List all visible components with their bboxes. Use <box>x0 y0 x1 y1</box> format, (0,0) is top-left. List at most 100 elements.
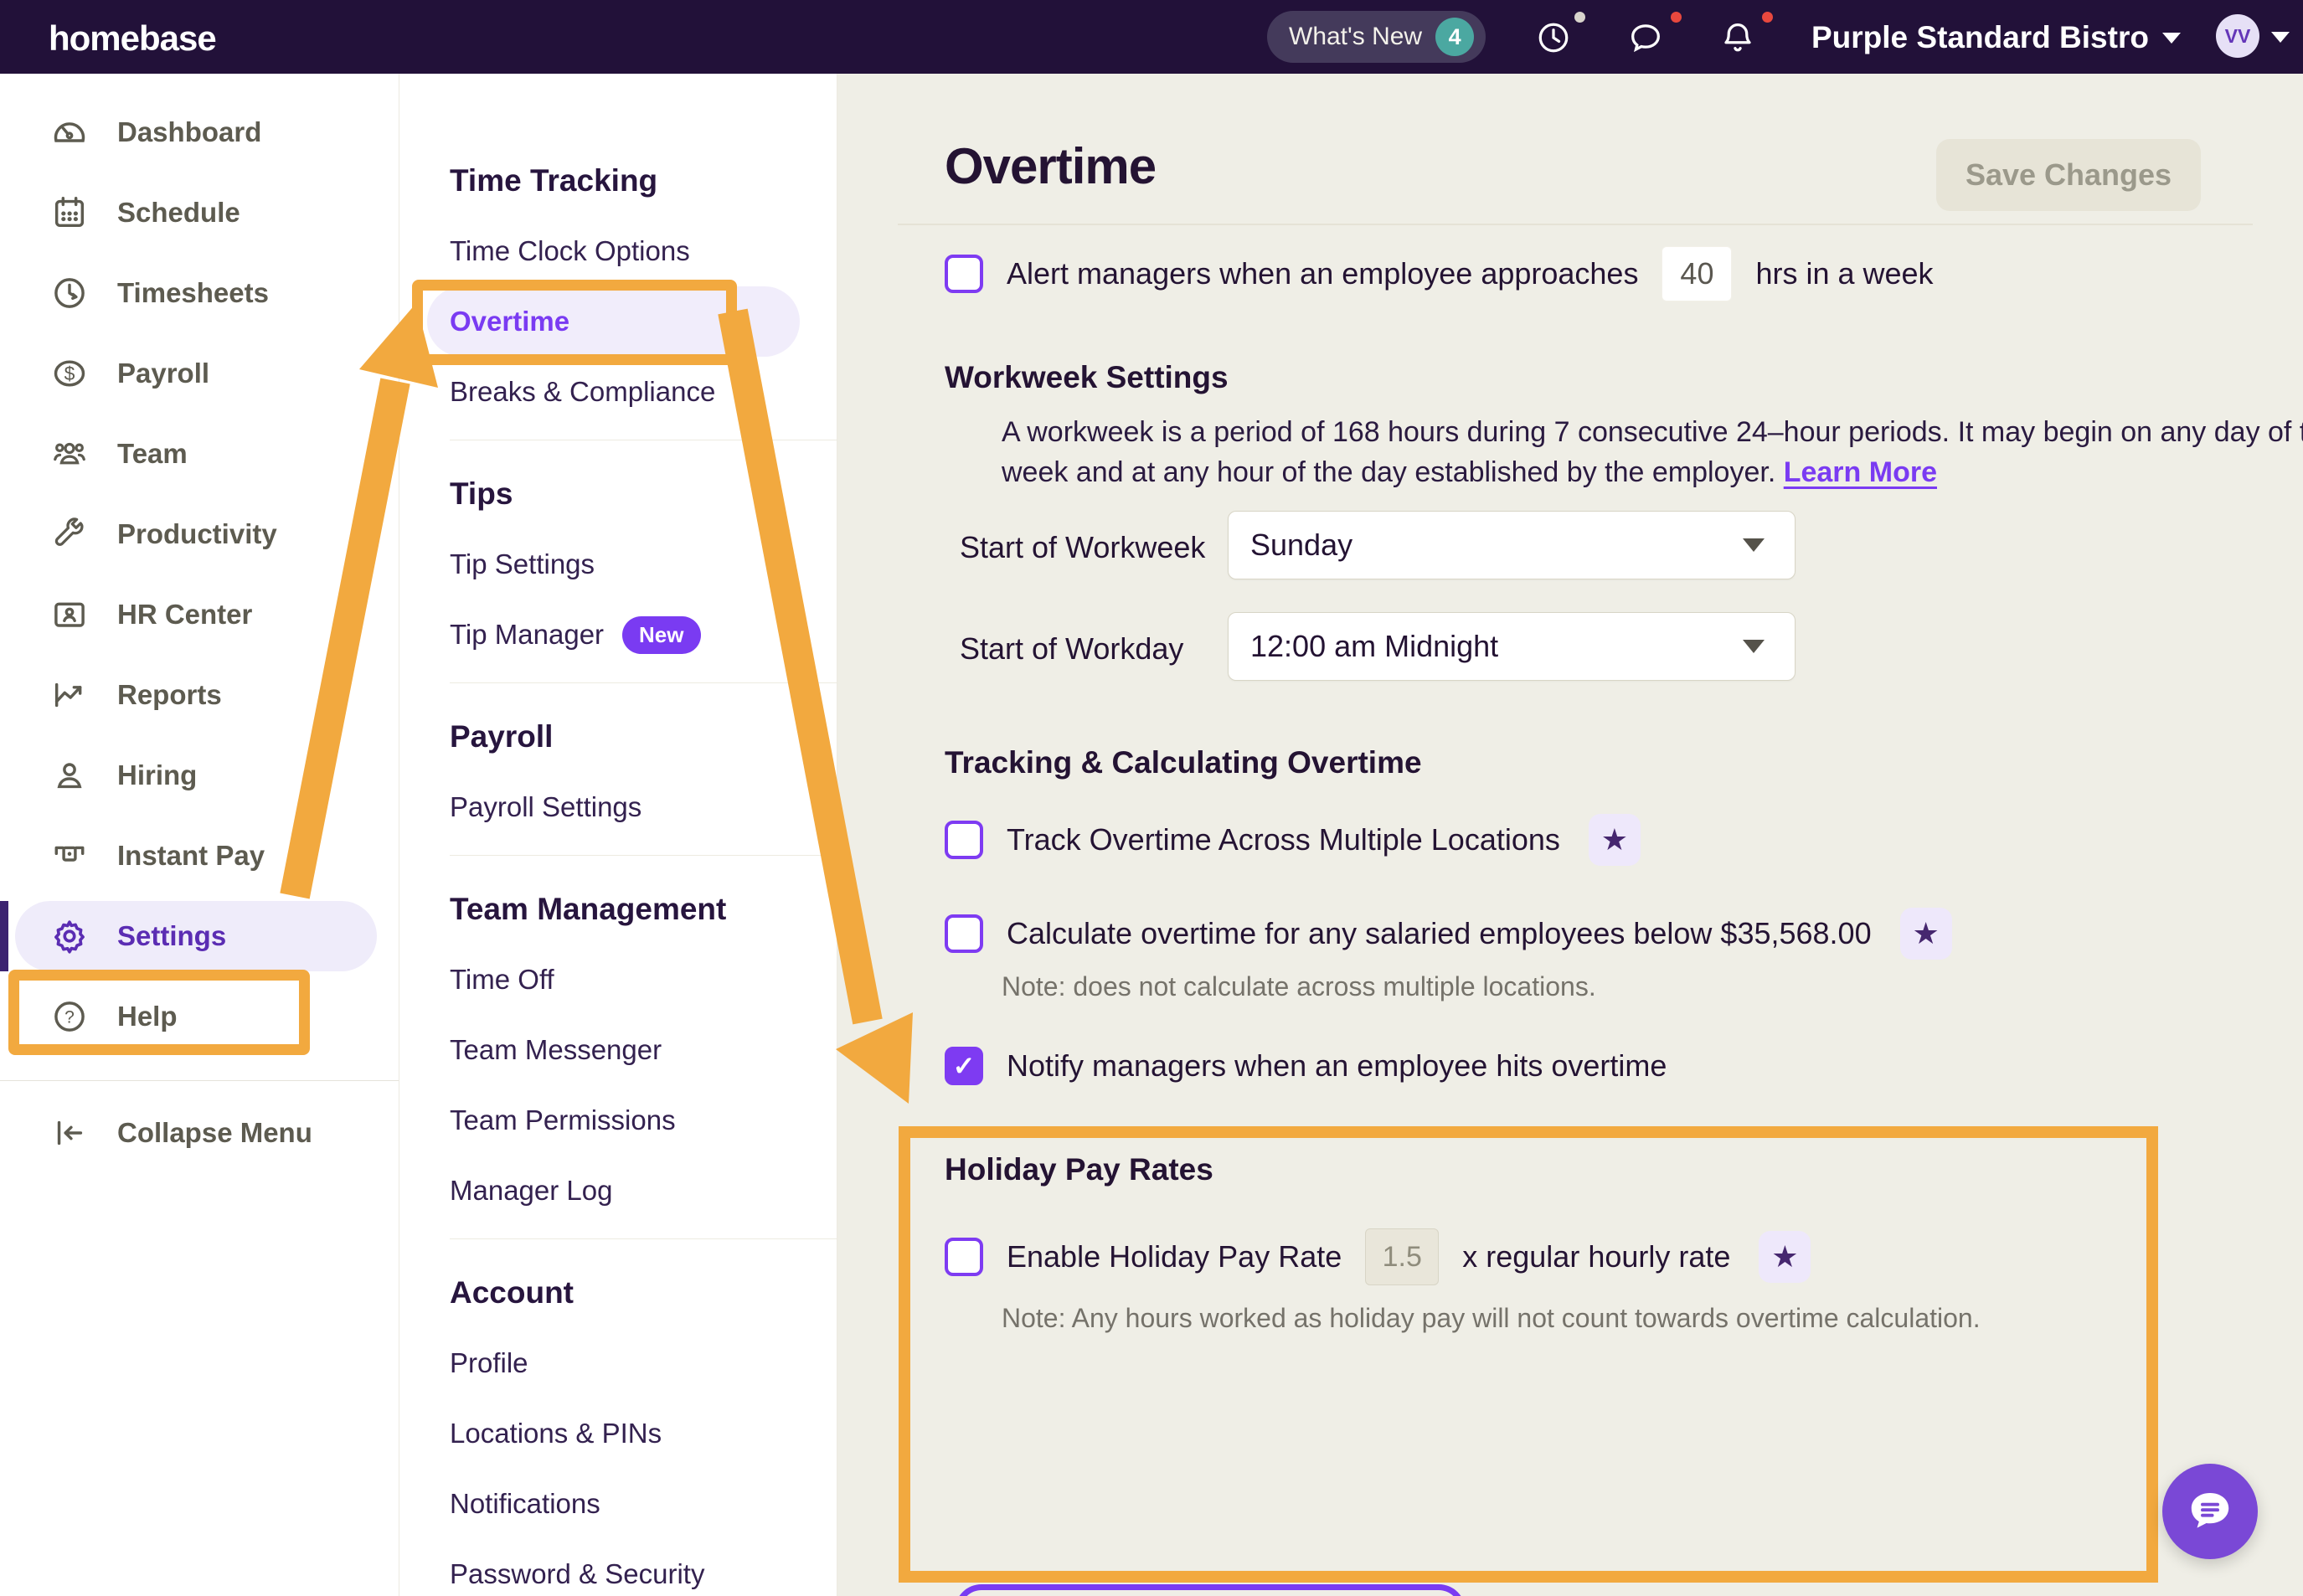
sidebar-item-productivity[interactable]: Productivity <box>0 494 399 574</box>
avatar-chevron-down-icon[interactable] <box>2271 32 2290 43</box>
header-divider <box>898 224 2253 225</box>
workweek-settings-heading: Workweek Settings <box>945 360 1229 395</box>
sidebar-item-settings[interactable]: Settings <box>0 896 399 976</box>
sidebar-divider <box>0 1080 399 1081</box>
notify-managers-row: ✓ Notify managers when an employee hits … <box>945 1038 1667 1094</box>
people-icon <box>50 435 89 473</box>
salaried-note: Note: does not calculate across multiple… <box>1002 971 1596 1002</box>
dollar-icon: $ <box>50 354 89 393</box>
enable-holiday-rate-row: Enable Holiday Pay Rate x regular hourly… <box>945 1228 1811 1286</box>
holiday-rate-input[interactable] <box>1365 1228 1439 1285</box>
tracking-heading: Tracking & Calculating Overtime <box>945 745 1422 780</box>
subnav-item-tip-settings[interactable]: Tip Settings <box>399 529 837 600</box>
subnav-item-team-messenger[interactable]: Team Messenger <box>399 1015 837 1085</box>
primary-sidebar: Dashboard Schedule Timesheets <box>0 74 399 1596</box>
salaried-overtime-checkbox[interactable] <box>945 914 983 953</box>
notify-managers-checkbox[interactable]: ✓ <box>945 1047 983 1085</box>
subnav-item-time-off[interactable]: Time Off <box>399 945 837 1015</box>
settings-subnav: Time Tracking Time Clock Options Overtim… <box>399 74 837 1596</box>
save-changes-button[interactable]: Save Changes <box>1936 139 2201 211</box>
sidebar-item-payroll[interactable]: $ Payroll <box>0 333 399 414</box>
messages-icon[interactable] <box>1626 18 1665 57</box>
settings-active-indicator <box>0 901 8 971</box>
chevron-down-icon <box>1743 640 1765 653</box>
person-icon <box>50 756 89 795</box>
subnav-section-tips: Tips <box>399 459 837 529</box>
chevron-down-icon <box>1743 538 1765 552</box>
subnav-item-breaks-compliance[interactable]: Breaks & Compliance <box>399 357 837 427</box>
start-of-workday-select[interactable]: 12:00 am Midnight <box>1228 612 1796 681</box>
weekly-hours-input[interactable] <box>1662 246 1732 301</box>
sidebar-item-hr-center[interactable]: HR Center <box>0 574 399 655</box>
sidebar-item-help[interactable]: ? Help <box>0 976 399 1057</box>
track-multi-locations-row: Track Overtime Across Multiple Locations… <box>945 812 1641 868</box>
holiday-pay-heading: Holiday Pay Rates <box>945 1152 1213 1187</box>
subnav-item-time-clock-options[interactable]: Time Clock Options <box>399 216 837 286</box>
svg-text:$: $ <box>64 363 75 384</box>
subnav-item-profile[interactable]: Profile <box>399 1328 837 1398</box>
enable-holiday-rate-checkbox[interactable] <box>945 1238 983 1276</box>
whats-new-label: What's New <box>1289 23 1422 51</box>
location-switcher[interactable]: Purple Standard Bistro <box>1811 20 2181 55</box>
support-chat-button[interactable] <box>2162 1464 2258 1559</box>
subnav-item-notifications[interactable]: Notifications <box>399 1469 837 1539</box>
alert-managers-checkbox[interactable] <box>945 255 983 293</box>
messages-notification-dot <box>1671 12 1682 23</box>
cutoff-purple-button[interactable] <box>955 1584 1466 1596</box>
subnav-section-account: Account <box>399 1258 837 1328</box>
holiday-pay-rates-section <box>899 1126 2158 1583</box>
wrench-icon <box>50 515 89 553</box>
company-name: Purple Standard Bistro <box>1811 20 2149 55</box>
gear-icon <box>50 917 89 955</box>
chart-icon <box>50 676 89 714</box>
sidebar-item-timesheets[interactable]: Timesheets <box>0 253 399 333</box>
alert-managers-row: Alert managers when an employee approach… <box>945 245 1934 302</box>
notifications-bell-icon[interactable] <box>1718 18 1757 57</box>
avatar[interactable]: VV <box>2216 14 2259 58</box>
time-clock-notification-dot <box>1574 12 1585 23</box>
time-clock-icon[interactable] <box>1534 18 1573 57</box>
subnav-section-time-tracking: Time Tracking <box>399 146 837 216</box>
subnav-item-locations-pins[interactable]: Locations & PINs <box>399 1398 837 1469</box>
sidebar-item-team[interactable]: Team <box>0 414 399 494</box>
homebase-settings-page: homebase What's New 4 Purple Standard B <box>0 0 2303 1596</box>
cash-dispenser-icon <box>50 837 89 875</box>
collapse-menu-icon <box>50 1114 89 1152</box>
subnav-item-password-security[interactable]: Password & Security <box>399 1539 837 1596</box>
track-multi-locations-checkbox[interactable] <box>945 821 983 859</box>
avatar-initials: VV <box>2225 25 2251 48</box>
start-of-workweek-label: Start of Workweek <box>960 530 1205 565</box>
question-circle-icon: ? <box>50 997 89 1036</box>
id-badge-icon <box>50 595 89 634</box>
gauge-icon <box>50 113 89 152</box>
subnav-section-payroll: Payroll <box>399 702 837 772</box>
subnav-item-tip-manager[interactable]: Tip Manager New <box>399 600 837 670</box>
homebase-logo: homebase <box>49 18 216 59</box>
chevron-down-icon <box>2162 33 2181 44</box>
subnav-section-team-management: Team Management <box>399 874 837 945</box>
premium-star-icon: ★ <box>1900 908 1952 960</box>
page-title: Overtime <box>945 137 1156 195</box>
sidebar-item-instant-pay[interactable]: Instant Pay <box>0 816 399 896</box>
subnav-item-overtime[interactable]: Overtime <box>399 286 837 357</box>
subnav-divider <box>450 1238 837 1239</box>
subnav-item-team-permissions[interactable]: Team Permissions <box>399 1085 837 1156</box>
subnav-divider <box>450 682 837 683</box>
clock-icon <box>50 274 89 312</box>
whats-new-count-badge: 4 <box>1435 18 1474 56</box>
sidebar-item-reports[interactable]: Reports <box>0 655 399 735</box>
top-bar: homebase What's New 4 Purple Standard B <box>0 0 2303 74</box>
subnav-divider <box>450 855 837 856</box>
new-badge: New <box>622 616 700 654</box>
subnav-item-payroll-settings[interactable]: Payroll Settings <box>399 772 837 842</box>
salaried-overtime-row: Calculate overtime for any salaried empl… <box>945 906 1952 961</box>
sidebar-item-hiring[interactable]: Hiring <box>0 735 399 816</box>
subnav-item-manager-log[interactable]: Manager Log <box>399 1156 837 1226</box>
overtime-settings-panel: Overtime Save Changes Alert managers whe… <box>837 74 2303 1596</box>
sidebar-item-schedule[interactable]: Schedule <box>0 172 399 253</box>
learn-more-link[interactable]: Learn More <box>1784 456 1937 488</box>
sidebar-item-dashboard[interactable]: Dashboard <box>0 92 399 172</box>
whats-new-button[interactable]: What's New 4 <box>1267 11 1486 63</box>
sidebar-collapse-menu[interactable]: Collapse Menu <box>0 1093 399 1173</box>
start-of-workweek-select[interactable]: Sunday <box>1228 511 1796 579</box>
